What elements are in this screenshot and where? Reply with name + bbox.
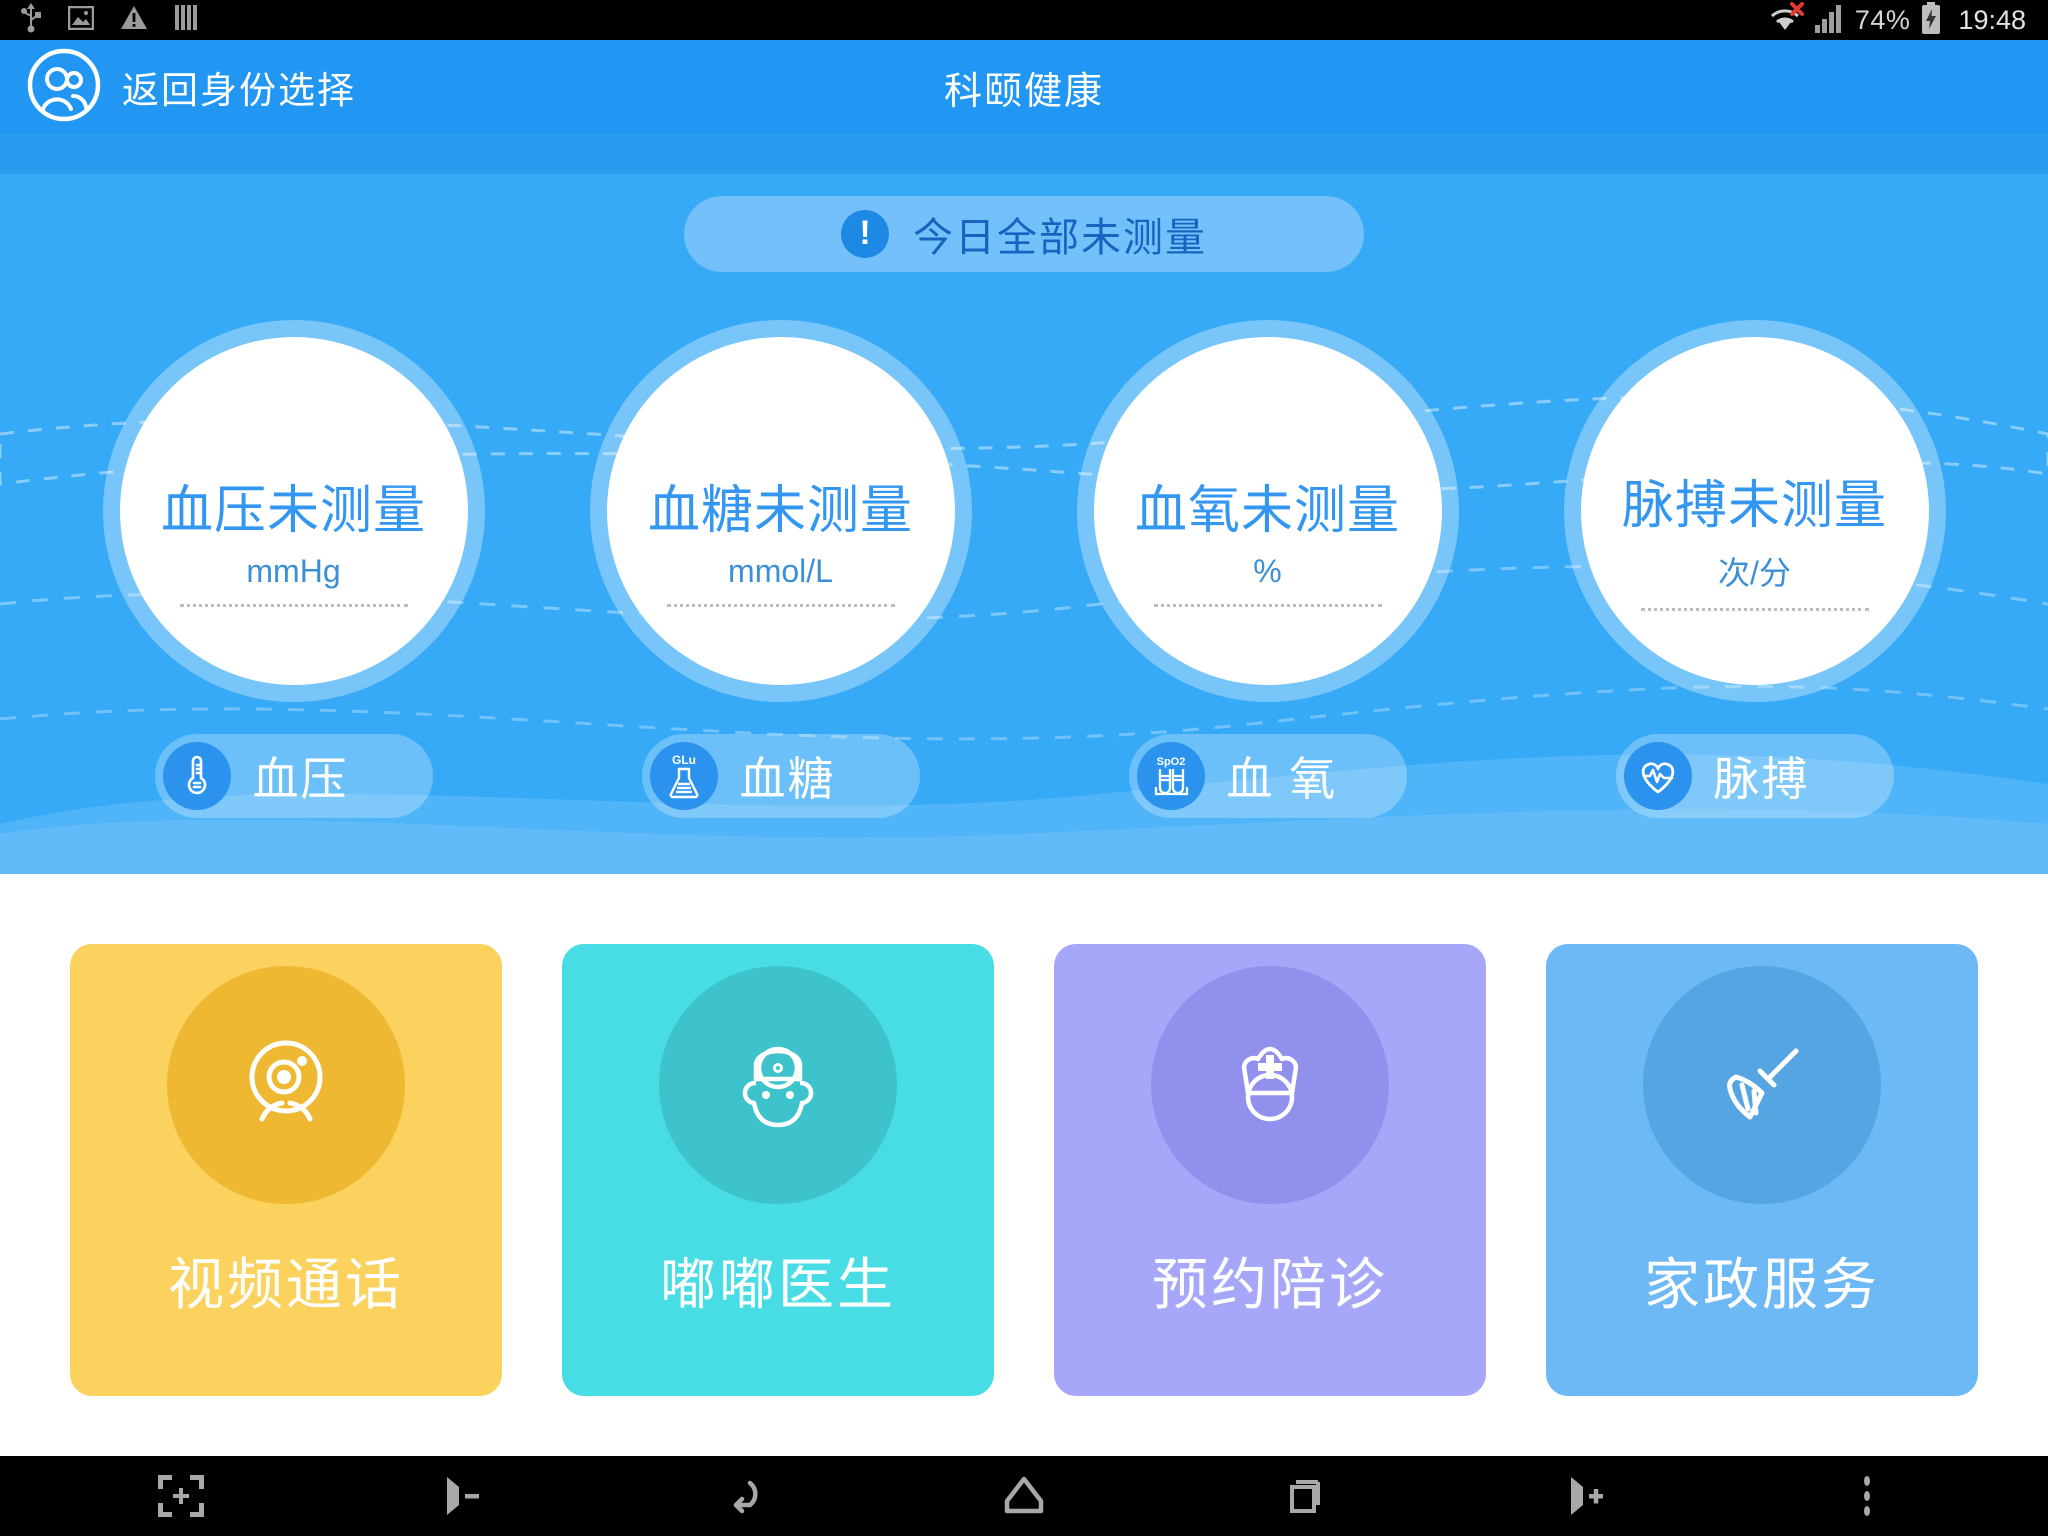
screenshot-icon[interactable] bbox=[121, 1456, 241, 1536]
overflow-menu-icon[interactable] bbox=[1807, 1456, 1927, 1536]
app-root: 74% 19:48 科颐健康 返回身份选择 ! 今日全部未测量 血压未测量 mm… bbox=[0, 0, 2048, 1536]
pill-blood-pressure[interactable]: 血压 bbox=[154, 734, 433, 818]
metric-unit: % bbox=[1253, 552, 1282, 589]
metric-dotted-divider bbox=[1640, 608, 1869, 611]
health-metrics-panel: ! 今日全部未测量 血压未测量 mmHg 血糖未测量 mmol/L 血氧未测量 … bbox=[0, 134, 2048, 874]
metric-circle-inner: 血糖未测量 mmol/L bbox=[606, 337, 955, 685]
pill-label: 脉搏 bbox=[1713, 753, 1810, 805]
metric-title: 血压未测量 bbox=[160, 481, 426, 540]
status-bar-left-icons bbox=[0, 2, 198, 38]
metric-pill-row: 血压 GLu 血糖 SpO2 血 氧 脉搏 bbox=[0, 734, 2048, 818]
metric-dotted-divider bbox=[1153, 603, 1382, 607]
card-icon-circle bbox=[1151, 966, 1389, 1204]
exclamation-icon: ! bbox=[841, 210, 889, 258]
metric-circle-blood-oxygen[interactable]: 血氧未测量 % bbox=[1076, 320, 1459, 702]
metric-circle-inner: 血压未测量 mmHg bbox=[119, 337, 468, 685]
heart-pulse-icon bbox=[1623, 742, 1692, 810]
doctor-head-icon bbox=[718, 1023, 838, 1148]
back-button-label: 返回身份选择 bbox=[122, 70, 356, 111]
back-to-identity-select-button[interactable]: 返回身份选择 bbox=[0, 47, 356, 128]
metric-unit: mmHg bbox=[246, 552, 341, 589]
svg-text:SpO2: SpO2 bbox=[1156, 756, 1185, 768]
pill-blood-oxygen[interactable]: SpO2 血 氧 bbox=[1128, 734, 1407, 818]
service-card-dudu-doctor[interactable]: 嘟嘟医生 bbox=[562, 944, 994, 1396]
volume-up-icon[interactable] bbox=[1526, 1456, 1646, 1536]
back-icon[interactable] bbox=[683, 1456, 803, 1536]
metric-circle-pulse[interactable]: 脉搏未测量 次/分 bbox=[1563, 320, 1946, 702]
pill-label: 血糖 bbox=[739, 753, 836, 805]
notice-text: 今日全部未测量 bbox=[913, 216, 1207, 260]
metric-dotted-divider bbox=[179, 603, 408, 607]
pill-blood-glucose[interactable]: GLu 血糖 bbox=[641, 734, 920, 818]
recents-icon[interactable] bbox=[1245, 1456, 1365, 1536]
status-bar-right: 74% 19:48 bbox=[1765, 0, 2026, 40]
card-icon-circle bbox=[167, 966, 405, 1204]
warning-triangle-icon bbox=[120, 5, 148, 35]
card-label: 家政服务 bbox=[1644, 1253, 1880, 1316]
services-section: 视频通话 嘟嘟医生 预约陪诊 家政服务 bbox=[0, 874, 2048, 1456]
cellular-signal-icon bbox=[1814, 3, 1845, 38]
metric-title: 脉搏未测量 bbox=[1621, 477, 1887, 535]
usb-icon bbox=[20, 2, 42, 38]
volume-down-icon[interactable] bbox=[402, 1456, 522, 1536]
card-label: 嘟嘟医生 bbox=[660, 1253, 896, 1316]
metric-circle-blood-pressure[interactable]: 血压未测量 mmHg bbox=[102, 320, 485, 702]
broom-icon bbox=[1702, 1023, 1822, 1148]
service-card-video-call[interactable]: 视频通话 bbox=[70, 944, 502, 1396]
wifi-no-internet-icon bbox=[1765, 1, 1805, 39]
webcam-icon bbox=[226, 1023, 346, 1148]
card-label: 预约陪诊 bbox=[1152, 1253, 1388, 1316]
metric-dotted-divider bbox=[666, 603, 895, 607]
metric-unit: 次/分 bbox=[1718, 555, 1791, 591]
flask-icon: GLu bbox=[649, 742, 718, 810]
metric-circle-inner: 脉搏未测量 次/分 bbox=[1580, 337, 1929, 685]
metric-title: 血糖未测量 bbox=[647, 481, 913, 540]
battery-charging-icon bbox=[1920, 1, 1942, 39]
pill-label: 血压 bbox=[252, 753, 349, 805]
svg-text:GLu: GLu bbox=[672, 753, 696, 767]
status-bar: 74% 19:48 bbox=[0, 0, 2048, 40]
metric-circle-blood-glucose[interactable]: 血糖未测量 mmol/L bbox=[589, 320, 972, 702]
metric-title: 血氧未测量 bbox=[1134, 481, 1400, 540]
pill-pulse[interactable]: 脉搏 bbox=[1615, 734, 1894, 818]
pill-label: 血 氧 bbox=[1226, 753, 1338, 805]
today-not-measured-banner[interactable]: ! 今日全部未测量 bbox=[684, 196, 1364, 272]
service-card-housekeeping[interactable]: 家政服务 bbox=[1546, 944, 1978, 1396]
battery-percent-label: 74% bbox=[1854, 4, 1911, 35]
test-tubes-icon: SpO2 bbox=[1136, 742, 1205, 810]
bars-icon bbox=[174, 5, 198, 35]
screenshot-image-icon bbox=[67, 5, 95, 35]
system-navigation-bar bbox=[0, 1456, 2048, 1536]
thermometer-icon bbox=[162, 742, 231, 810]
service-card-appointment-escort[interactable]: 预约陪诊 bbox=[1054, 944, 1486, 1396]
app-header: 科颐健康 返回身份选择 bbox=[0, 40, 2048, 134]
clock-label: 19:48 bbox=[1958, 4, 2026, 35]
card-label: 视频通话 bbox=[168, 1253, 404, 1316]
nurse-cap-icon bbox=[1210, 1023, 1330, 1148]
metric-circle-row: 血压未测量 mmHg 血糖未测量 mmol/L 血氧未测量 % 脉搏未测量 次/… bbox=[0, 320, 2048, 702]
home-icon[interactable] bbox=[964, 1456, 1084, 1536]
card-icon-circle bbox=[659, 966, 897, 1204]
service-card-row: 视频通话 嘟嘟医生 预约陪诊 家政服务 bbox=[0, 944, 2048, 1396]
metric-unit: mmol/L bbox=[728, 552, 833, 589]
card-icon-circle bbox=[1643, 966, 1881, 1204]
users-circle-icon bbox=[26, 47, 102, 128]
metric-circle-inner: 血氧未测量 % bbox=[1093, 337, 1442, 685]
